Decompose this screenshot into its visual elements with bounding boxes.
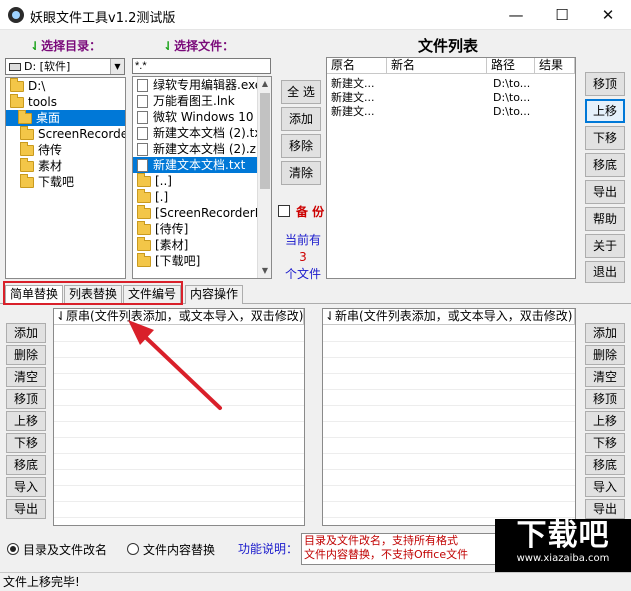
status-text: 文件上移完毕! bbox=[3, 575, 80, 589]
function-desc-label: 功能说明： bbox=[238, 542, 299, 556]
rename-mode-radio[interactable] bbox=[7, 543, 19, 555]
content-replace-radio[interactable] bbox=[127, 543, 139, 555]
watermark-logo: 下载吧 www.xiazaiba.com bbox=[495, 519, 631, 572]
rename-mode-label: 目录及文件改名 bbox=[23, 543, 108, 557]
content-replace-label: 文件内容替换 bbox=[143, 543, 216, 557]
status-bar: 文件上移完毕! bbox=[0, 572, 631, 591]
annotation-arrow bbox=[128, 320, 222, 410]
function-desc-box: 目录及文件改名，支持所有格式 文件内容替换，不支持Office文件 bbox=[301, 533, 497, 565]
